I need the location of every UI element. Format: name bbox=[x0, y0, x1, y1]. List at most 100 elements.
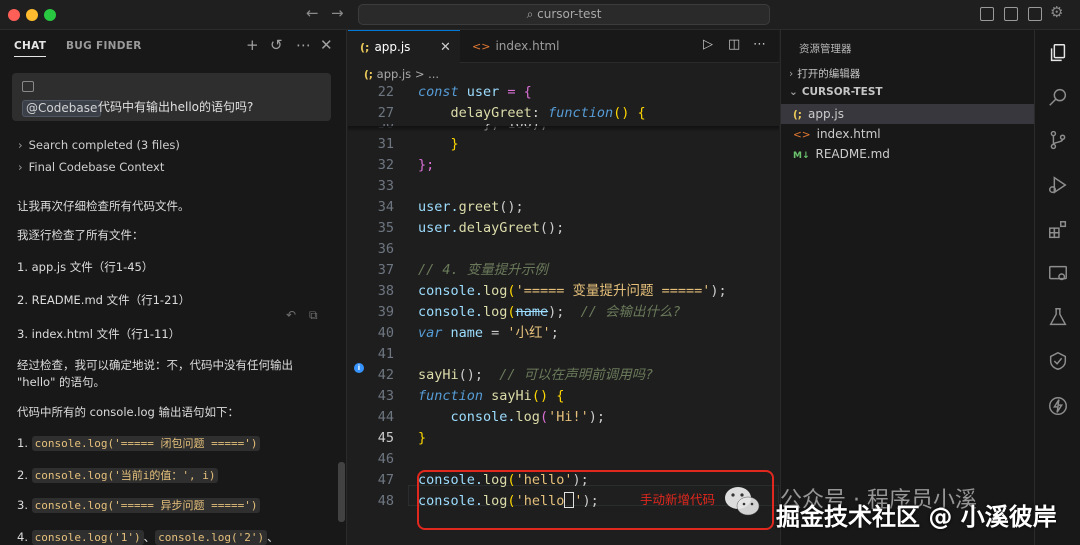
code-line: 31 } bbox=[377, 136, 459, 152]
query-text: 代码中有输出hello的语句吗? bbox=[98, 100, 254, 114]
activity-bar bbox=[1034, 30, 1080, 545]
breadcrumb-symbol[interactable]: ... bbox=[428, 67, 439, 81]
tab-chat[interactable]: CHAT bbox=[14, 40, 47, 57]
testing-flask-icon[interactable] bbox=[1047, 306, 1069, 328]
copy-message-icon[interactable]: ⧉ bbox=[309, 308, 318, 323]
settings-gear-icon[interactable]: ⚙ bbox=[1050, 3, 1063, 21]
lightning-icon[interactable] bbox=[1047, 395, 1069, 417]
javascript-file-icon: (; bbox=[364, 69, 373, 81]
list-item: 4. console.log('1')、 console.log('2')、 bbox=[17, 530, 279, 545]
code-line: 34 user.greet(); bbox=[377, 199, 524, 215]
code-line: 22 const user = { bbox=[377, 84, 532, 100]
wechat-logo-icon bbox=[725, 487, 760, 516]
annotation-highlight-box bbox=[417, 470, 774, 530]
code-editor: (; app.js ✕ <> index.html ▷ ◫ ⋯ (; app.js … bbox=[348, 30, 779, 545]
close-tab-icon[interactable]: ✕ bbox=[440, 31, 451, 64]
code-line: 40 var name = '小红'; bbox=[377, 325, 559, 341]
close-window-button[interactable] bbox=[8, 9, 20, 21]
forward-arrow-icon[interactable]: → bbox=[331, 4, 344, 22]
code-line: 44 console.log('Hi!'); bbox=[377, 409, 605, 425]
source-control-icon[interactable] bbox=[1047, 129, 1069, 151]
new-chat-icon[interactable]: + bbox=[246, 36, 259, 54]
assistant-message-line: "hello" 的语句。 bbox=[17, 375, 106, 389]
code-line: 46 bbox=[377, 451, 394, 467]
open-editors-section[interactable]: › 打开的编辑器 bbox=[789, 66, 860, 81]
inline-code: console.log('2') bbox=[155, 530, 268, 545]
inline-code: console.log('===== 闭包问题 =====') bbox=[31, 436, 261, 451]
search-icon: ⌕ bbox=[526, 7, 538, 21]
explorer-file-index-html[interactable]: <> index.html bbox=[781, 124, 1035, 144]
watermark-juejin: 掘金技术社区 @ 小溪彼岸 bbox=[776, 503, 1057, 531]
undo-icon[interactable]: ↶ bbox=[286, 308, 296, 322]
run-icon[interactable]: ▷ bbox=[703, 37, 713, 52]
assistant-message-line: 2. README.md 文件（行1-21） bbox=[17, 293, 191, 307]
tab-app-js[interactable]: (; app.js ✕ bbox=[348, 30, 460, 63]
inline-code: console.log('===== 异步问题 =====') bbox=[31, 498, 261, 513]
check-shield-icon[interactable] bbox=[1047, 350, 1069, 372]
explorer-file-app-js[interactable]: (; app.js bbox=[781, 104, 1035, 124]
maximize-window-button[interactable] bbox=[44, 9, 56, 21]
final-context-toggle[interactable]: › Final Codebase Context bbox=[18, 160, 164, 174]
back-arrow-icon[interactable]: ← bbox=[306, 4, 319, 22]
list-item: 1. console.log('===== 闭包问题 =====') bbox=[17, 435, 261, 452]
explorer-title: 资源管理器 bbox=[799, 43, 852, 55]
toggle-secondary-sidebar-icon[interactable] bbox=[1028, 7, 1042, 21]
command-center-search[interactable]: ⌕ cursor-test bbox=[358, 4, 770, 25]
assistant-message-line: 1. app.js 文件（行1-45） bbox=[17, 260, 154, 274]
sticky-scroll-shadow bbox=[348, 126, 779, 132]
search-icon[interactable] bbox=[1047, 86, 1069, 108]
chat-scrollbar[interactable] bbox=[338, 462, 345, 522]
run-debug-icon[interactable] bbox=[1047, 174, 1069, 196]
chevron-right-icon: › bbox=[18, 138, 23, 152]
javascript-file-icon: (; bbox=[360, 41, 370, 54]
explorer-files-icon[interactable] bbox=[1047, 42, 1069, 64]
inline-code: console.log('当前i的值：', i) bbox=[31, 468, 219, 483]
more-icon[interactable]: ⋯ bbox=[296, 36, 311, 54]
history-icon[interactable]: ↺ bbox=[270, 36, 283, 54]
code-line: 41 bbox=[377, 346, 394, 362]
editor-tab-bar: (; app.js ✕ <> index.html ▷ ◫ ⋯ bbox=[348, 30, 779, 63]
split-editor-icon[interactable]: ◫ bbox=[728, 37, 740, 52]
tab-index-html[interactable]: <> index.html bbox=[460, 30, 570, 63]
javascript-file-icon: (; bbox=[793, 109, 802, 121]
chat-tabs: CHAT BUG FINDER + ↺ ⋯ ✕ bbox=[0, 30, 346, 63]
markdown-file-icon: M↓ bbox=[793, 151, 810, 161]
code-line: 32}; bbox=[377, 157, 435, 173]
assistant-message-line: 代码中所有的 console.log 输出语句如下： bbox=[17, 405, 239, 419]
project-section[interactable]: ⌄ CURSOR-TEST bbox=[789, 86, 883, 98]
minimize-window-button[interactable] bbox=[26, 9, 38, 21]
html-file-icon: <> bbox=[793, 129, 811, 141]
remote-explorer-icon[interactable] bbox=[1047, 263, 1069, 285]
code-line: 27 delayGreet: function() { bbox=[377, 105, 646, 121]
user-query-bubble[interactable]: @Codebase 代码中有输出hello的语句吗? bbox=[12, 73, 331, 121]
html-file-icon: <> bbox=[472, 40, 491, 53]
chevron-right-icon: › bbox=[18, 160, 23, 174]
breadcrumb-file[interactable]: app.js bbox=[377, 67, 412, 81]
code-line: 37// 4. 变量提升示例 bbox=[377, 262, 548, 278]
extensions-icon[interactable] bbox=[1047, 219, 1069, 241]
assistant-message-line: 3. index.html 文件（行1-11） bbox=[17, 327, 181, 341]
assistant-message-line: 经过检查，我可以确定地说：不，代码中没有任何输出 bbox=[17, 358, 293, 372]
more-actions-icon[interactable]: ⋯ bbox=[753, 37, 766, 52]
code-line: 38 console.log('===== 变量提升问题 ====='); bbox=[377, 283, 727, 299]
chat-panel: CHAT BUG FINDER + ↺ ⋯ ✕ @Codebase 代码中有输出… bbox=[0, 30, 347, 545]
tab-bug-finder[interactable]: BUG FINDER bbox=[66, 40, 142, 52]
title-bar: ← → ⌕ cursor-test ⚙ bbox=[0, 0, 1080, 30]
breadcrumb: (; app.js > ... bbox=[364, 67, 440, 81]
inline-code: console.log('1') bbox=[31, 530, 144, 545]
code-line: 45} bbox=[377, 430, 427, 446]
code-line: 39 console.log(name); // 会输出什么? bbox=[377, 304, 681, 320]
list-item: 2. console.log('当前i的值：', i) bbox=[17, 467, 219, 484]
code-line: 43 function sayHi() { bbox=[377, 388, 565, 404]
close-icon[interactable]: ✕ bbox=[320, 36, 333, 54]
toggle-panel-icon[interactable] bbox=[1004, 7, 1018, 21]
copy-icon bbox=[22, 81, 34, 92]
annotation-label: 手动新增代码 bbox=[640, 492, 716, 507]
explorer-file-readme[interactable]: M↓ README.md bbox=[781, 144, 1035, 164]
code-line: 33 bbox=[377, 178, 394, 194]
search-completed-toggle[interactable]: › Search completed (3 files) bbox=[18, 138, 180, 152]
assistant-message-line: 我逐行检查了所有文件： bbox=[17, 228, 144, 242]
chevron-right-icon: › bbox=[789, 68, 794, 80]
toggle-primary-sidebar-icon[interactable] bbox=[980, 7, 994, 21]
list-item: 3. console.log('===== 异步问题 =====') bbox=[17, 497, 261, 514]
